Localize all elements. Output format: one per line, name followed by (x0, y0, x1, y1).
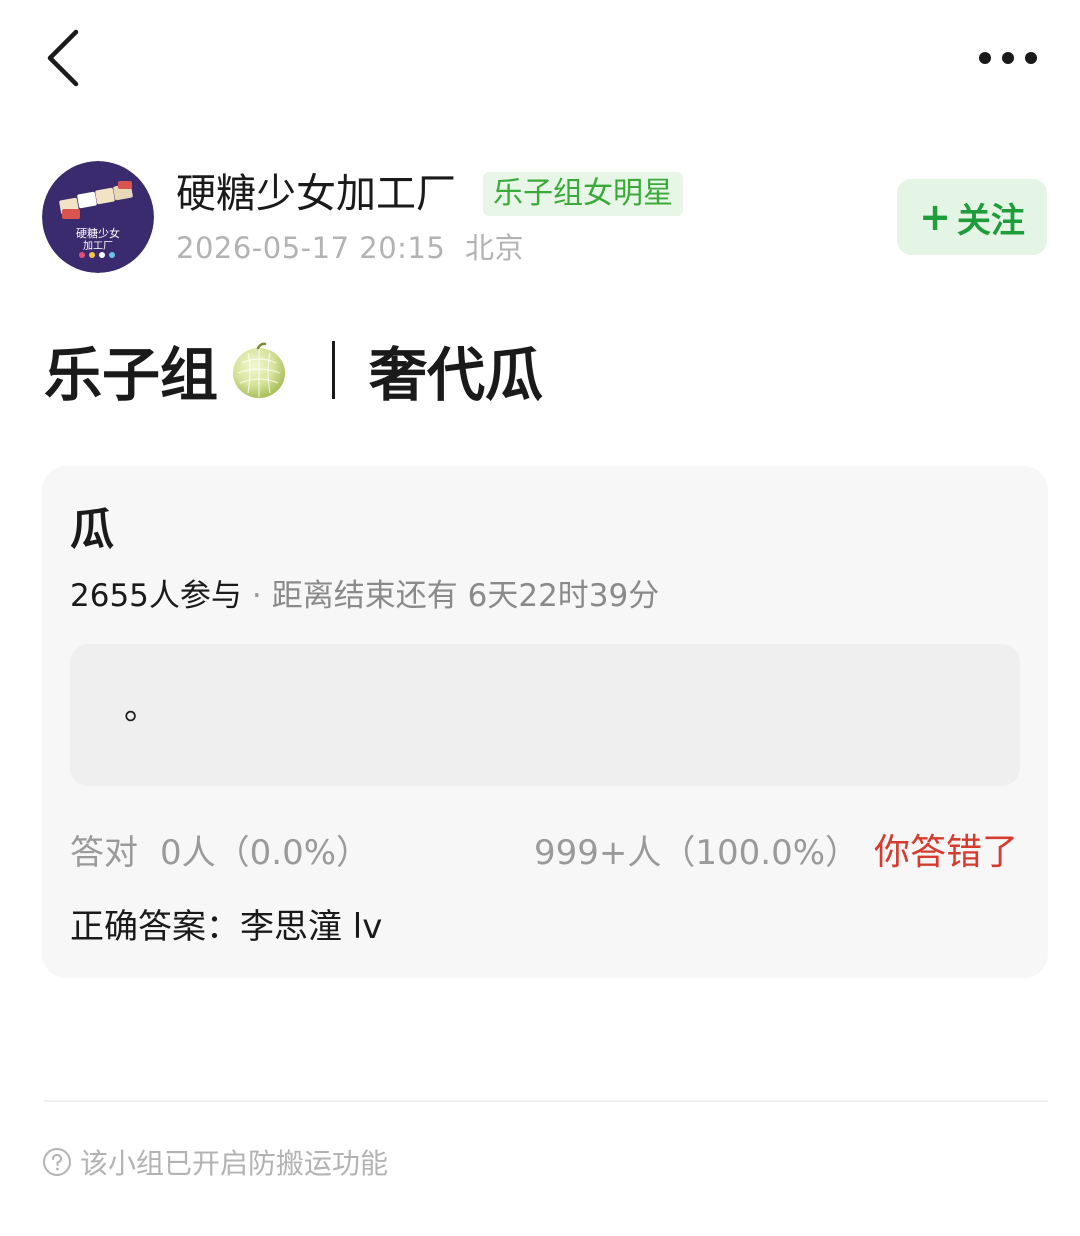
post-title-topic: 奢代瓜 (369, 341, 544, 409)
correct-value: 0人（0.0%） (160, 833, 371, 873)
answer-label: 正确答案： (70, 907, 240, 947)
more-dots-icon (979, 52, 1037, 64)
section-divider (44, 1100, 1048, 1102)
quiz-card: 瓜 2655人参与 · 距离结束还有 6天22时39分 。 答对 0人（0.0%） 9… (42, 466, 1048, 978)
post-title-group: 乐子组 (44, 341, 219, 409)
correct-answer: 正确答案：李思潼 lv (70, 904, 382, 950)
correct-stat: 答对 0人（0.0%） (70, 830, 370, 876)
chevron-left-icon (47, 29, 79, 87)
quiz-meta: 2655人参与 · 距离结束还有 6天22时39分 (70, 576, 659, 616)
avatar[interactable]: 硬糖少女 加工厂 (42, 161, 154, 273)
wrong-stat: 999+人（100.0%） (534, 833, 860, 873)
participant-count: 2655人参与 (70, 578, 242, 614)
avatar-text-line2: 加工厂 (83, 240, 113, 252)
anti-repost-note: 该小组已开启防搬运功能 (80, 1147, 389, 1180)
title-divider (332, 341, 336, 399)
remaining-time: 6天22时39分 (467, 578, 660, 614)
avatar-text-line1: 硬糖少女 (76, 226, 120, 240)
post-title: 乐子组 奢代瓜 (44, 328, 543, 412)
author-tag: 乐子组女明星 (483, 172, 683, 216)
wrong-answer-flag: 你答错了 (873, 832, 1018, 873)
melon-icon (233, 342, 286, 398)
back-button[interactable] (36, 26, 92, 90)
meta-separator: · (251, 578, 262, 614)
author-name[interactable]: 硬糖少女加工厂 (176, 168, 456, 220)
option-text: 。 (124, 688, 158, 728)
post-location: 北京 (465, 231, 525, 265)
more-button[interactable] (976, 36, 1040, 80)
remaining-label: 距离结束还有 (271, 578, 458, 614)
avatar-image: 硬糖少女 加工厂 (42, 161, 154, 273)
quiz-option[interactable]: 。 (70, 644, 1020, 786)
follow-label: 关注 (956, 200, 1025, 241)
correct-label: 答对 (70, 833, 138, 873)
post-time: 2026-05-17 20:15 北京 (176, 228, 524, 268)
answer-value: 李思潼 lv (240, 907, 383, 947)
post-timestamp: 2026-05-17 20:15 (176, 231, 446, 265)
footer-note: 该小组已开启防搬运功能 (42, 1142, 388, 1182)
plus-icon: + (919, 195, 951, 239)
quiz-title: 瓜 (70, 504, 114, 555)
help-circle-icon (43, 1148, 71, 1176)
follow-button[interactable]: + 关注 (897, 179, 1047, 255)
